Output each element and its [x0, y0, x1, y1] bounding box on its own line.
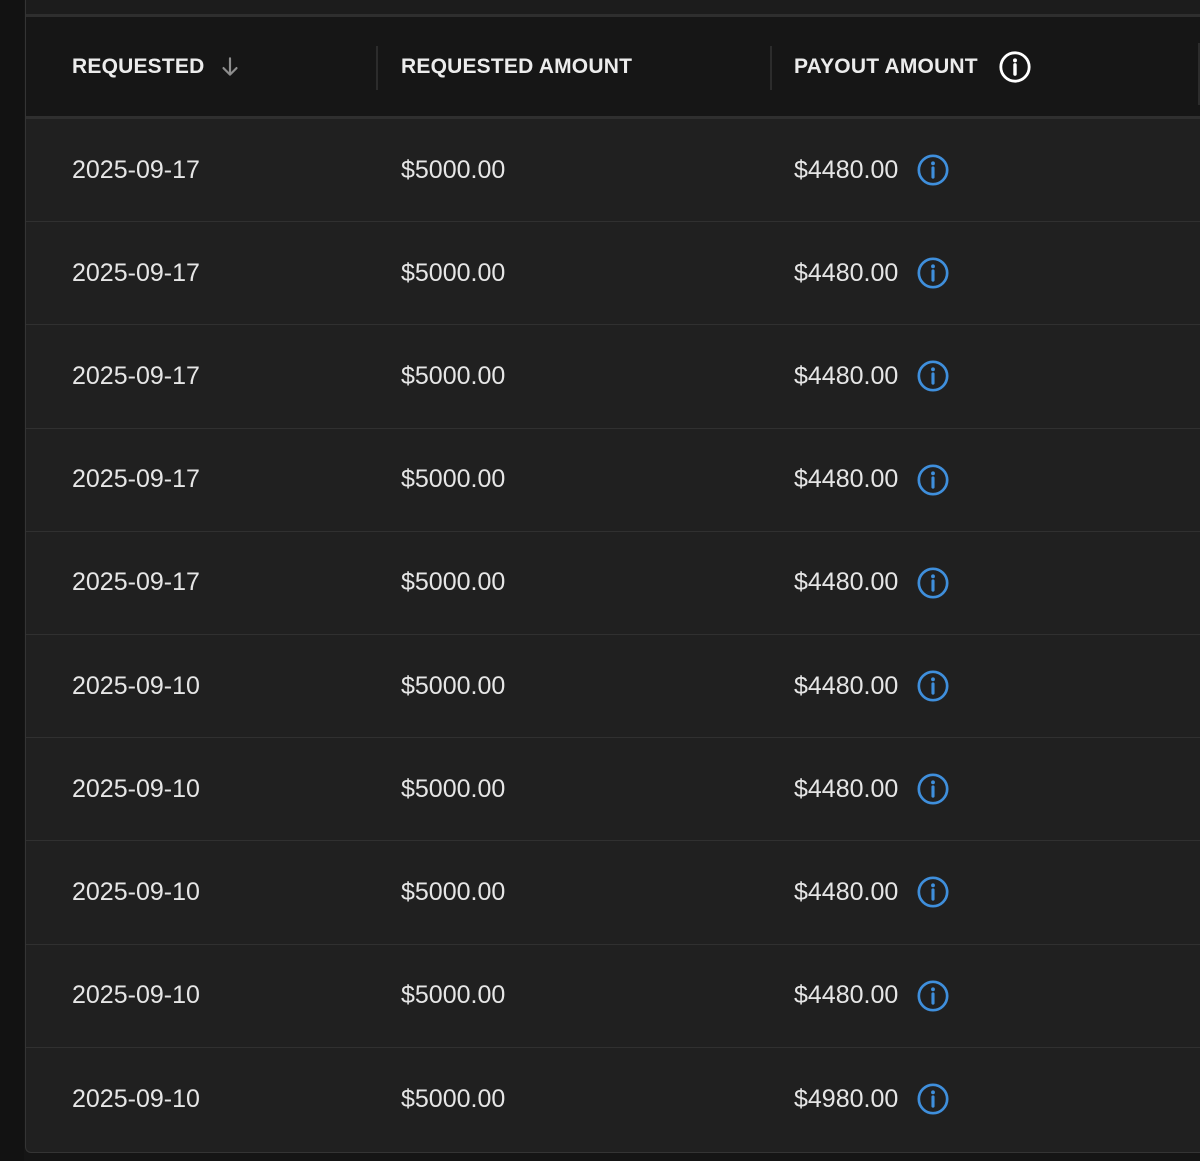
info-icon[interactable]	[916, 772, 950, 806]
column-divider	[376, 46, 378, 90]
payout-amount-cell: $4480.00	[794, 325, 950, 427]
requested-date-cell: 2025-09-17	[72, 155, 200, 184]
table-row[interactable]: 2025-09-17 $5000.00 $4480.00	[26, 429, 1200, 532]
requested-amount-cell: $5000.00	[401, 465, 506, 494]
requested-amount-cell: $5000.00	[401, 568, 506, 597]
payout-amount-value: $4480.00	[794, 258, 899, 287]
table-row[interactable]: 2025-09-10 $5000.00 $4480.00	[26, 738, 1200, 842]
payouts-table-card: REQUESTED REQUESTED AMOUNT PAYOUT AMOUNT	[25, 0, 1200, 1153]
requested-amount-cell: $5000.00	[401, 258, 506, 287]
table-row[interactable]: 2025-09-17 $5000.00 $4480.00	[26, 532, 1200, 635]
info-icon[interactable]	[916, 256, 950, 290]
arrow-down-icon[interactable]	[217, 54, 243, 80]
payout-amount-cell: $4480.00	[794, 222, 950, 324]
payout-amount-value: $4480.00	[794, 877, 899, 906]
requested-amount-cell: $5000.00	[401, 155, 506, 184]
requested-amount-cell: $5000.00	[401, 981, 506, 1010]
requested-date-cell: 2025-09-10	[72, 877, 200, 906]
requested-amount-cell: $5000.00	[401, 774, 506, 803]
column-header-label: REQUESTED AMOUNT	[401, 55, 633, 78]
info-icon[interactable]	[916, 566, 950, 600]
requested-date-cell: 2025-09-17	[72, 568, 200, 597]
requested-amount-cell: $5000.00	[401, 1084, 506, 1113]
left-rail	[0, 0, 24, 1161]
payout-amount-value: $4480.00	[794, 774, 899, 803]
info-icon[interactable]	[916, 463, 950, 497]
column-header-requested[interactable]: REQUESTED	[72, 17, 243, 117]
requested-date-cell: 2025-09-10	[72, 671, 200, 700]
requested-date-cell: 2025-09-10	[72, 981, 200, 1010]
payout-amount-value: $4480.00	[794, 671, 899, 700]
requested-date-cell: 2025-09-17	[72, 258, 200, 287]
table-row[interactable]: 2025-09-17 $5000.00 $4480.00	[26, 119, 1200, 223]
payout-amount-cell: $4980.00	[794, 1048, 950, 1151]
info-icon[interactable]	[916, 979, 950, 1013]
column-header-label: PAYOUT AMOUNT	[794, 55, 978, 78]
table-top-strip	[26, 0, 1200, 17]
info-icon[interactable]	[916, 1082, 950, 1116]
info-icon[interactable]	[916, 669, 950, 703]
info-icon[interactable]	[916, 875, 950, 909]
payout-amount-value: $4480.00	[794, 981, 899, 1010]
column-divider	[770, 46, 772, 90]
requested-amount-cell: $5000.00	[401, 361, 506, 390]
payout-amount-value: $4480.00	[794, 155, 899, 184]
table-row[interactable]: 2025-09-10 $5000.00 $4480.00	[26, 945, 1200, 1048]
info-icon[interactable]	[916, 359, 950, 393]
requested-date-cell: 2025-09-10	[72, 774, 200, 803]
payout-amount-cell: $4480.00	[794, 429, 950, 531]
payout-amount-cell: $4480.00	[794, 635, 950, 737]
payout-amount-cell: $4480.00	[794, 945, 950, 1047]
payout-amount-value: $4480.00	[794, 568, 899, 597]
requested-amount-cell: $5000.00	[401, 877, 506, 906]
table-body: 2025-09-17 $5000.00 $4480.00 2025-09-17 $500…	[26, 119, 1200, 1151]
requested-date-cell: 2025-09-17	[72, 465, 200, 494]
requested-date-cell: 2025-09-10	[72, 1084, 200, 1113]
column-header-label: REQUESTED	[72, 55, 205, 78]
column-header-payout-amount[interactable]: PAYOUT AMOUNT	[794, 17, 1032, 117]
payout-amount-cell: $4480.00	[794, 532, 950, 634]
info-icon[interactable]	[998, 50, 1032, 84]
table-row[interactable]: 2025-09-17 $5000.00 $4480.00	[26, 222, 1200, 326]
payout-amount-cell: $4480.00	[794, 841, 950, 943]
table-header: REQUESTED REQUESTED AMOUNT PAYOUT AMOUNT	[26, 17, 1200, 119]
table-row[interactable]: 2025-09-10 $5000.00 $4480.00	[26, 635, 1200, 739]
requested-amount-cell: $5000.00	[401, 671, 506, 700]
table-row[interactable]: 2025-09-17 $5000.00 $4480.00	[26, 325, 1200, 429]
table-row[interactable]: 2025-09-10 $5000.00 $4480.00	[26, 841, 1200, 945]
requested-date-cell: 2025-09-17	[72, 361, 200, 390]
column-header-requested-amount[interactable]: REQUESTED AMOUNT	[401, 17, 632, 117]
table-row[interactable]: 2025-09-10 $5000.00 $4980.00	[26, 1048, 1200, 1151]
payout-amount-value: $4480.00	[794, 465, 899, 494]
info-icon[interactable]	[916, 153, 950, 187]
payout-amount-value: $4980.00	[794, 1084, 899, 1113]
payout-amount-cell: $4480.00	[794, 119, 950, 221]
payout-amount-cell: $4480.00	[794, 738, 950, 840]
payout-amount-value: $4480.00	[794, 361, 899, 390]
